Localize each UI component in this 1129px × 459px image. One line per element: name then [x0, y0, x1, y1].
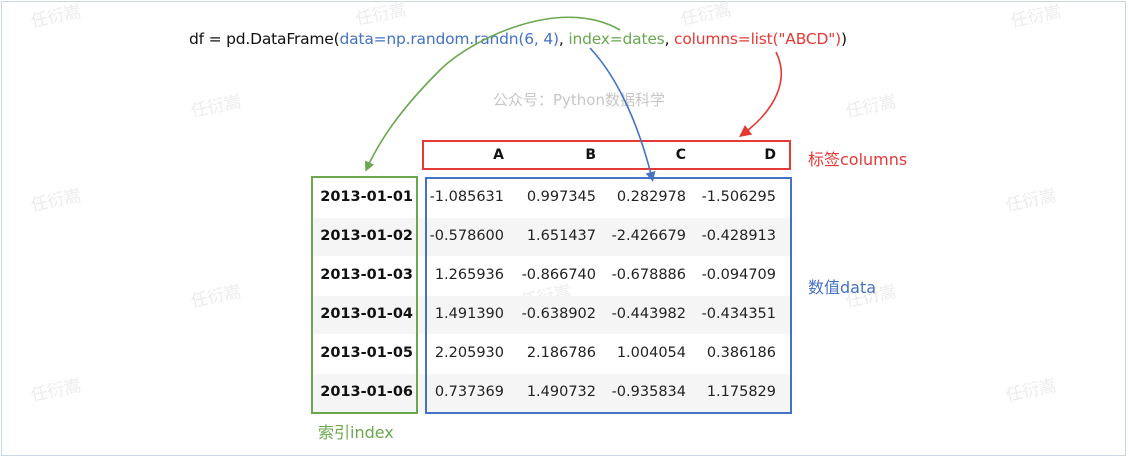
columns-arrow: [739, 51, 783, 138]
data-arrow: [589, 47, 656, 182]
connector-arrows: [364, 16, 783, 182]
index-arrow: [364, 16, 621, 172]
